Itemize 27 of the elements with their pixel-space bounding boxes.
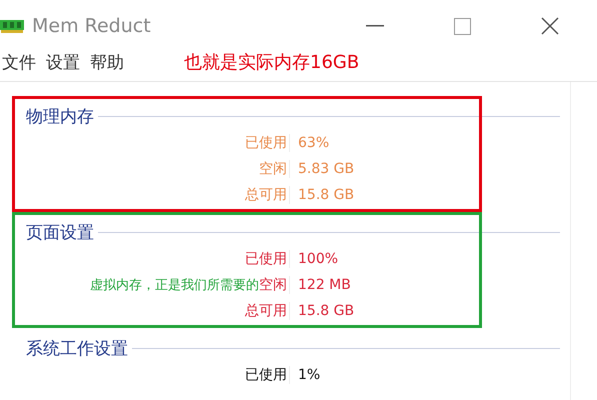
stat-value: 63% <box>298 135 330 151</box>
menu-item[interactable]: 设置 <box>46 50 80 74</box>
stat-value: 15.8 GB <box>298 303 356 319</box>
annotation-text: 虚拟内存，正是我们所需要的 <box>90 277 259 294</box>
group-title: 系统工作设置 <box>26 338 128 360</box>
stat-label: 空闲 <box>259 160 287 178</box>
stat-label: 已使用 <box>245 134 287 152</box>
group-title: 页面设置 <box>26 222 94 244</box>
stat-value: 15.8 GB <box>298 187 356 203</box>
stat-value: 122 MB <box>298 277 352 293</box>
stat-value: 1% <box>298 367 322 383</box>
group-title: 物理内存 <box>26 106 94 128</box>
stat-value: 100% <box>298 251 340 267</box>
stat-label: 总可用 <box>245 302 287 320</box>
menu-item[interactable]: 文件 <box>2 50 36 74</box>
stat-value: 5.83 GB <box>298 161 356 177</box>
close-icon[interactable] <box>541 17 559 35</box>
stat-label: 总可用 <box>245 186 287 204</box>
menu-item[interactable]: 帮助 <box>90 50 124 74</box>
minimize-icon[interactable] <box>366 25 384 27</box>
stat-label: 已使用 <box>245 366 287 384</box>
stat-label: 空闲 <box>259 276 287 294</box>
window-title: Mem Reduct <box>32 15 151 37</box>
stat-label: 已使用 <box>245 250 287 268</box>
memory-chip-icon <box>0 19 24 33</box>
maximize-icon[interactable] <box>454 18 471 34</box>
annotation-text: 也就是实际内存16GB <box>184 51 360 74</box>
